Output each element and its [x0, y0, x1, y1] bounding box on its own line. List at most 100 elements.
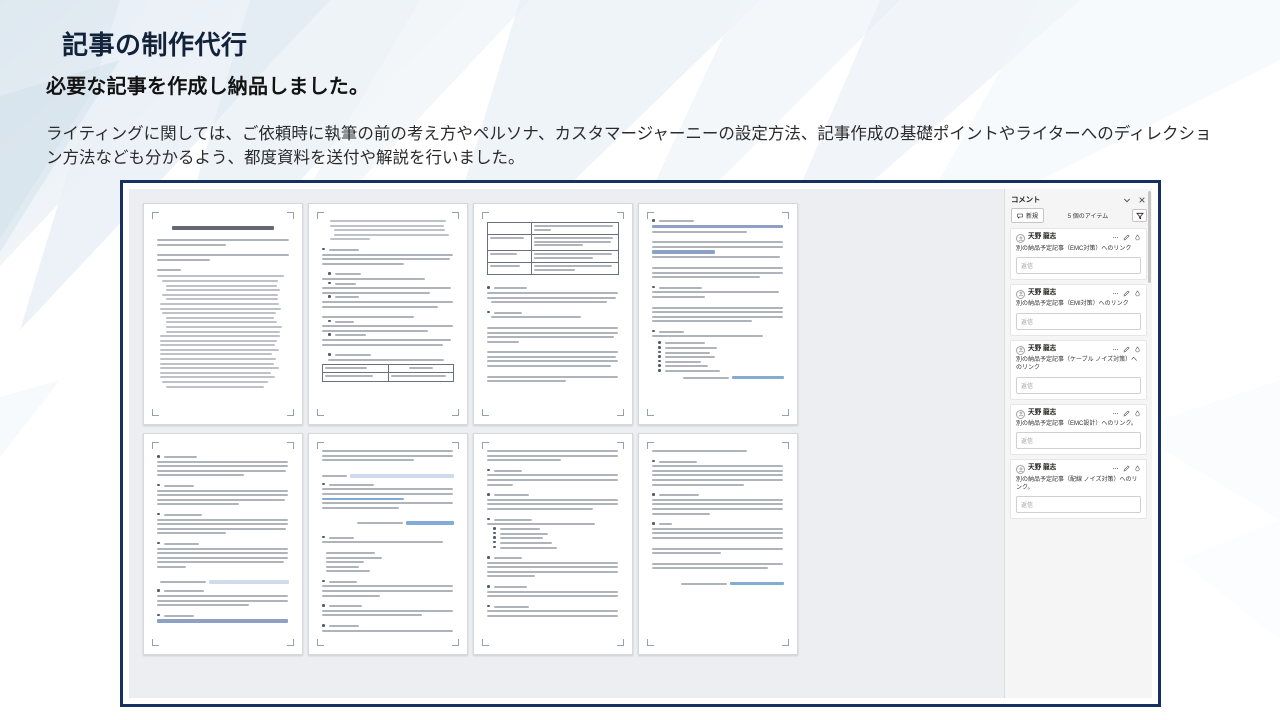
new-comment-label: 新規	[1026, 214, 1039, 220]
resolve-icon[interactable]	[1134, 290, 1141, 297]
document-page[interactable]	[308, 203, 468, 425]
resolve-icon[interactable]	[1134, 234, 1141, 241]
comments-toolbar: 新規 5 個のアイテム	[1005, 207, 1152, 228]
more-ellipsis-icon[interactable]	[1112, 234, 1119, 241]
crop-mark-icon	[452, 442, 459, 449]
comment-author: 天野 龍志	[1028, 344, 1057, 352]
crop-mark-icon	[617, 442, 624, 449]
crop-mark-icon	[287, 409, 294, 416]
crop-mark-icon	[287, 442, 294, 449]
new-comment-icon	[1017, 213, 1023, 219]
screenshot-frame: コメント 新規 5 個のアイテム 天野 龍志 別の納品予定記事（EMC対策）への…	[120, 180, 1161, 707]
crop-mark-icon	[617, 212, 624, 219]
comment-text: 別の納品予定記事（EMC設計）へのリンク。	[1016, 421, 1137, 428]
comment-text: 別の納品予定記事（EMC対策）へのリンク	[1016, 245, 1132, 252]
comment-actions	[1112, 289, 1141, 297]
filter-icon	[1135, 212, 1144, 219]
crop-mark-icon	[647, 409, 654, 416]
filter-button[interactable]	[1132, 209, 1147, 222]
crop-mark-icon	[452, 212, 459, 219]
comment-reply-input[interactable]: 返信	[1016, 312, 1141, 330]
more-ellipsis-icon[interactable]	[1112, 346, 1119, 353]
crop-mark-icon	[317, 212, 324, 219]
person-icon	[1016, 409, 1025, 419]
crop-mark-icon	[287, 639, 294, 646]
crop-mark-icon	[452, 639, 459, 646]
crop-mark-icon	[287, 212, 294, 219]
pencil-edit-icon[interactable]	[1123, 290, 1130, 297]
comments-header: コメント	[1005, 189, 1152, 207]
close-icon[interactable]	[1136, 194, 1147, 205]
crop-mark-icon	[647, 639, 654, 646]
more-ellipsis-icon[interactable]	[1112, 290, 1119, 297]
more-ellipsis-icon[interactable]	[1112, 410, 1119, 417]
comment-reply-input[interactable]: 返信	[1016, 256, 1141, 274]
document-page[interactable]	[143, 433, 303, 655]
comment-reply-input[interactable]: 返信	[1016, 376, 1141, 394]
person-icon	[1016, 465, 1025, 475]
document-page[interactable]	[308, 433, 468, 655]
document-page[interactable]	[473, 433, 633, 655]
comment-actions	[1112, 409, 1141, 417]
more-ellipsis-icon[interactable]	[1112, 465, 1119, 472]
crop-mark-icon	[782, 442, 789, 449]
pencil-edit-icon[interactable]	[1123, 465, 1130, 472]
crop-mark-icon	[782, 639, 789, 646]
person-icon	[1016, 234, 1025, 243]
comment-card[interactable]: 天野 龍志 別の納品予定記事（ケーブル ノイズ対策）へのリンク 返信	[1010, 339, 1147, 400]
comment-card[interactable]: 天野 龍志 別の納品予定記事（EMI対策）へのリンク 返信	[1010, 283, 1147, 336]
crop-mark-icon	[647, 442, 654, 449]
comment-author: 天野 龍志	[1028, 408, 1057, 416]
comment-card[interactable]: 天野 龍志 別の納品予定記事（EMC設計）へのリンク。 返信	[1010, 403, 1147, 456]
crop-mark-icon	[152, 442, 159, 449]
chevron-down-icon[interactable]	[1121, 194, 1132, 205]
comment-card[interactable]: 天野 龍志 別の納品予定記事（配線 ノイズ対策）へのリンク。 返信	[1010, 459, 1147, 520]
pencil-edit-icon[interactable]	[1123, 234, 1130, 241]
comment-text: 別の納品予定記事（配線 ノイズ対策）へのリンク。	[1016, 476, 1138, 492]
document-pages-area[interactable]	[129, 189, 1004, 698]
pencil-edit-icon[interactable]	[1123, 410, 1130, 417]
crop-mark-icon	[482, 212, 489, 219]
comment-author: 天野 龍志	[1028, 233, 1057, 240]
comment-author: 天野 龍志	[1028, 464, 1057, 472]
crop-mark-icon	[452, 409, 459, 416]
comment-text: 別の納品予定記事（ケーブル ノイズ対策）へのリンク	[1016, 357, 1138, 372]
comment-author: 天野 龍志	[1028, 288, 1057, 296]
crop-mark-icon	[782, 409, 789, 416]
document-page[interactable]	[638, 203, 798, 425]
crop-mark-icon	[317, 639, 324, 646]
crop-mark-icon	[152, 409, 159, 416]
crop-mark-icon	[152, 639, 159, 646]
comment-reply-input[interactable]: 返信	[1016, 496, 1141, 514]
word-application-window: コメント 新規 5 個のアイテム 天野 龍志 別の納品予定記事（EMC対策）への…	[129, 189, 1152, 698]
body-paragraph: ライティングに関しては、ご依頼時に執筆の前の考え方やペルソナ、カスタマージャーニ…	[46, 124, 1212, 168]
crop-mark-icon	[317, 442, 324, 449]
comments-pane-title: コメント	[1011, 195, 1041, 204]
person-icon	[1016, 345, 1025, 355]
pencil-edit-icon[interactable]	[1123, 346, 1130, 353]
comment-text: 別の納品予定記事（EMI対策）へのリンク	[1016, 301, 1129, 308]
comment-actions	[1112, 464, 1141, 472]
comment-reply-input[interactable]: 返信	[1016, 432, 1141, 450]
vertical-scrollbar[interactable]	[1148, 191, 1151, 283]
crop-mark-icon	[152, 212, 159, 219]
person-icon	[1016, 289, 1025, 299]
document-page[interactable]	[638, 433, 798, 655]
comment-card[interactable]: 天野 龍志 別の納品予定記事（EMC対策）へのリンク 返信	[1010, 228, 1147, 280]
crop-mark-icon	[647, 212, 654, 219]
document-page[interactable]	[473, 203, 633, 425]
resolve-icon[interactable]	[1134, 409, 1141, 417]
crop-mark-icon	[617, 639, 624, 646]
crop-mark-icon	[482, 442, 489, 449]
crop-mark-icon	[482, 639, 489, 646]
crop-mark-icon	[482, 409, 489, 416]
page-title: 記事の制作代行	[62, 30, 248, 60]
pages-grid	[143, 203, 1004, 655]
resolve-icon[interactable]	[1134, 465, 1141, 472]
comments-list[interactable]: 天野 龍志 別の納品予定記事（EMC対策）へのリンク 返信 天野 龍志 別の納品…	[1005, 228, 1152, 698]
crop-mark-icon	[317, 409, 324, 416]
resolve-icon[interactable]	[1134, 345, 1141, 353]
document-page[interactable]	[143, 203, 303, 425]
comment-actions	[1112, 233, 1141, 241]
new-comment-button[interactable]: 新規	[1011, 208, 1045, 223]
